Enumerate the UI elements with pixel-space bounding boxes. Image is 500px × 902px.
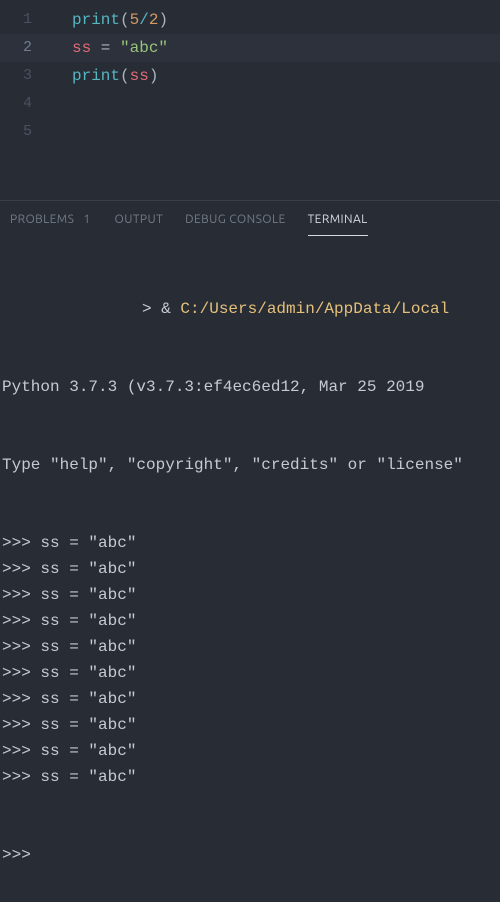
terminal-output-line: >>> ss = "abc"	[0, 686, 500, 712]
terminal-output-line: Type "help", "copyright", "credits" or "…	[0, 452, 500, 478]
line-number: 5	[0, 118, 52, 146]
code-editor[interactable]: 1print(5/2)2ss = "abc"3print(ss)45	[0, 0, 500, 200]
terminal-command-line: > & C:/Users/admin/AppData/Local	[0, 296, 500, 322]
code-content[interactable]: ss = "abc"	[52, 34, 168, 62]
tab-output[interactable]: OUTPUT	[115, 201, 164, 236]
code-content[interactable]: print(5/2)	[52, 6, 168, 34]
terminal-output-line: >>> ss = "abc"	[0, 764, 500, 790]
tab-debug-label: DEBUG CONSOLE	[185, 213, 285, 226]
tab-problems[interactable]: PROBLEMS 1	[10, 201, 93, 236]
line-number: 4	[0, 90, 52, 118]
code-content[interactable]	[52, 90, 72, 118]
terminal-output-line: >>> ss = "abc"	[0, 608, 500, 634]
line-number: 2	[0, 34, 52, 62]
code-line[interactable]: 1print(5/2)	[0, 6, 500, 34]
code-line[interactable]: 4	[0, 90, 500, 118]
tab-terminal-label: TERMINAL	[308, 213, 368, 226]
code-line[interactable]: 2ss = "abc"	[0, 34, 500, 62]
tab-terminal[interactable]: TERMINAL	[308, 201, 368, 236]
line-number: 3	[0, 62, 52, 90]
code-line[interactable]: 5	[0, 118, 500, 146]
terminal-output-line: >>> ss = "abc"	[0, 738, 500, 764]
terminal-output-line: >>> ss = "abc"	[0, 634, 500, 660]
code-content[interactable]	[52, 118, 72, 146]
terminal-output-line: >>> ss = "abc"	[0, 582, 500, 608]
terminal-output-line: >>> ss = "abc"	[0, 530, 500, 556]
tab-debug-console[interactable]: DEBUG CONSOLE	[185, 201, 285, 236]
terminal-output-line: Python 3.7.3 (v3.7.3:ef4ec6ed12, Mar 25 …	[0, 374, 500, 400]
tab-output-label: OUTPUT	[115, 213, 164, 226]
line-number: 1	[0, 6, 52, 34]
code-line[interactable]: 3print(ss)	[0, 62, 500, 90]
terminal-output-line: >>> ss = "abc"	[0, 556, 500, 582]
terminal-output-line: >>> ss = "abc"	[0, 712, 500, 738]
terminal-panel[interactable]: > & C:/Users/admin/AppData/Local Python …	[0, 236, 500, 902]
problems-count-badge: 1	[81, 213, 92, 226]
code-content[interactable]: print(ss)	[52, 62, 158, 90]
panel-tabs: PROBLEMS 1 OUTPUT DEBUG CONSOLE TERMINAL	[0, 200, 500, 236]
terminal-output-line: >>> ss = "abc"	[0, 660, 500, 686]
terminal-prompt[interactable]: >>>	[0, 842, 500, 868]
tab-problems-label: PROBLEMS	[10, 213, 74, 226]
